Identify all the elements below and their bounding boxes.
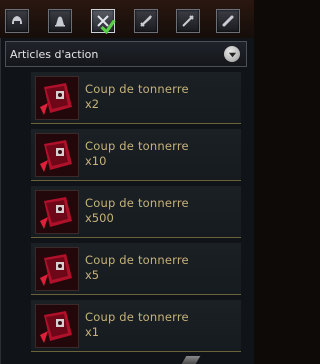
items-panel: Articles d'action Coup de tonnerre x2 Co… <box>0 38 254 364</box>
item-quantity: x1 <box>85 325 100 339</box>
item-list: Coup de tonnerre x2 Coup de tonnerre x10… <box>31 72 241 357</box>
item-name: Coup de tonnerre <box>85 139 189 153</box>
bell-icon <box>55 16 65 27</box>
item-name: Coup de tonnerre <box>85 310 189 324</box>
tab-helmet[interactable] <box>5 9 29 33</box>
staff-icon <box>182 15 194 27</box>
tab-scroll[interactable] <box>216 9 240 33</box>
category-tab-bar <box>0 0 254 39</box>
item-quantity: x2 <box>85 97 100 111</box>
thunder-strike-icon <box>35 190 79 234</box>
tab-sword[interactable] <box>134 9 158 33</box>
tab-crossed-tools[interactable] <box>91 9 116 35</box>
chevron-down-icon[interactable] <box>224 46 240 62</box>
tab-bell[interactable] <box>48 9 72 33</box>
item-name: Coup de tonnerre <box>85 196 189 210</box>
scroll-handle[interactable] <box>181 356 201 364</box>
list-item[interactable]: Coup de tonnerre x500 <box>31 186 241 238</box>
checkmark-icon <box>100 19 116 35</box>
item-name: Coup de tonnerre <box>85 253 189 267</box>
item-quantity: x500 <box>85 211 114 225</box>
category-dropdown[interactable]: Articles d'action <box>5 41 247 67</box>
item-quantity: x5 <box>85 268 100 282</box>
thunder-strike-icon <box>35 76 79 120</box>
dropdown-selected-label: Articles d'action <box>10 47 99 61</box>
thunder-strike-icon <box>35 247 79 291</box>
list-item[interactable]: Coup de tonnerre x10 <box>31 129 241 181</box>
item-name: Coup de tonnerre <box>85 82 189 96</box>
helmet-icon <box>12 16 22 24</box>
scroll-icon <box>222 15 234 27</box>
thunder-strike-icon <box>35 304 79 348</box>
thunder-strike-icon <box>35 133 79 177</box>
item-quantity: x10 <box>85 154 107 168</box>
tab-staff[interactable] <box>176 9 200 33</box>
list-item[interactable]: Coup de tonnerre x2 <box>31 72 241 124</box>
sword-icon <box>140 15 152 27</box>
list-item[interactable]: Coup de tonnerre x1 <box>31 300 241 352</box>
list-item[interactable]: Coup de tonnerre x5 <box>31 243 241 295</box>
